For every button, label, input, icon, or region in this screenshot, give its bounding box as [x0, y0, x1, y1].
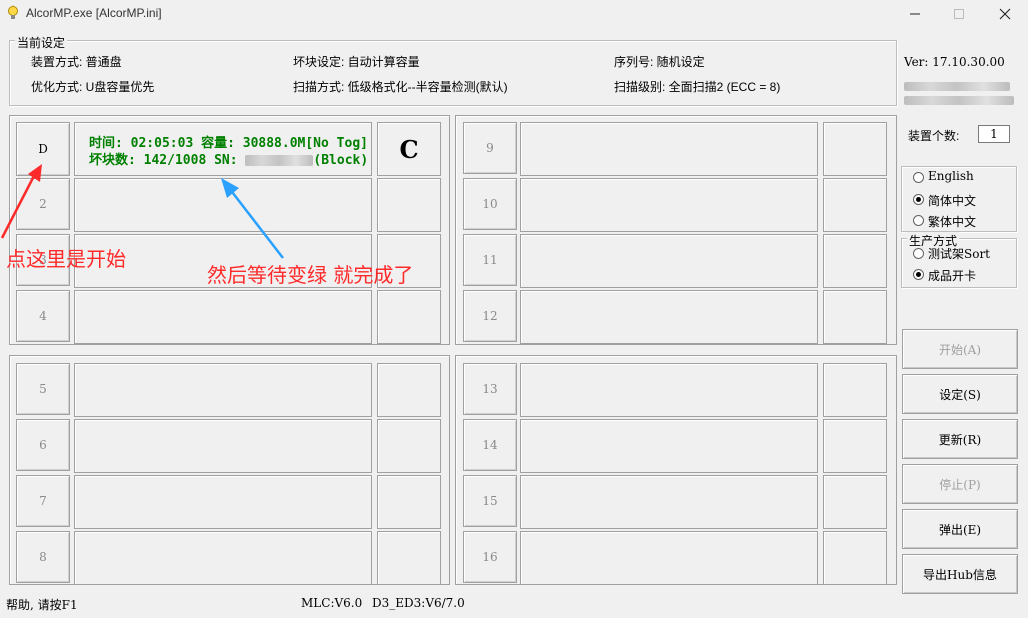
port-8-info	[74, 531, 372, 585]
window-title: AlcorMP.exe [AlcorMP.ini]	[26, 6, 162, 20]
optimize-mode-text: 优化方式: U盘容量优先	[31, 80, 155, 94]
refresh-button[interactable]: 更新(R)	[902, 419, 1018, 459]
radio-traditional-chinese-label: 繁体中文	[928, 215, 977, 229]
maximize-button[interactable]	[936, 0, 982, 28]
status-ed3-text: D3_ED3:V6/7.0	[372, 596, 465, 610]
port-14-button[interactable]: 14	[463, 419, 517, 471]
port-9-info	[520, 122, 818, 176]
port-5-state	[377, 363, 441, 417]
port-12-state	[823, 290, 887, 344]
radio-simplified-chinese[interactable]	[913, 194, 924, 205]
port-13-state	[823, 363, 887, 417]
radio-simplified-chinese-label: 简体中文	[928, 194, 977, 208]
eject-button[interactable]: 弹出(E)	[902, 509, 1018, 549]
port-9-state	[823, 122, 887, 176]
settings-button[interactable]: 设定(S)	[902, 374, 1018, 414]
port-9-button[interactable]: 9	[463, 122, 517, 174]
maximize-icon	[954, 9, 964, 19]
port-8-state	[377, 531, 441, 585]
title-bar: AlcorMP.exe [AlcorMP.ini]	[0, 0, 1028, 28]
annotation-wait-green-text: 然后等待变绿 就完成了	[207, 263, 414, 287]
port-15-info	[520, 475, 818, 529]
blurred-info	[904, 82, 1010, 91]
start-button[interactable]: 开始(A)	[902, 329, 1018, 369]
port-6-state	[377, 419, 441, 473]
port-7-info	[74, 475, 372, 529]
version-text: Ver: 17.10.30.00	[904, 55, 1005, 69]
port-10-info	[520, 178, 818, 232]
lightbulb-icon	[8, 5, 18, 19]
port-2-state	[377, 178, 441, 232]
minimize-icon	[910, 13, 920, 15]
serial-number-redacted	[245, 155, 314, 166]
port-14-info	[520, 419, 818, 473]
port-13-info	[520, 363, 818, 417]
port-1-info: 时间: 02:05:03 容量: 30888.0M[No Tog] 坏块数: 1…	[74, 122, 372, 176]
port-11-state	[823, 234, 887, 288]
stop-button[interactable]: 停止(P)	[902, 464, 1018, 504]
radio-english[interactable]	[913, 172, 924, 183]
port-4-info	[74, 290, 372, 344]
current-settings-group	[9, 40, 897, 106]
device-count-field[interactable]: 1	[978, 125, 1010, 143]
port-5-info	[74, 363, 372, 417]
port-5-button[interactable]: 5	[16, 363, 70, 415]
port-4-button[interactable]: 4	[16, 290, 70, 342]
port-13-button[interactable]: 13	[463, 363, 517, 415]
port-7-button[interactable]: 7	[16, 475, 70, 527]
bad-block-text: 坏块设定: 自动计算容量	[293, 55, 420, 69]
device-count-label: 装置个数:	[908, 129, 960, 143]
port-1-block-text: (Block)	[313, 153, 369, 168]
port-7-state	[377, 475, 441, 529]
radio-english-label: English	[928, 169, 974, 183]
close-icon	[999, 8, 1011, 20]
radio-test-rack-label: 测试架Sort	[928, 247, 991, 261]
minimize-button[interactable]	[892, 0, 938, 28]
port-16-info	[520, 531, 818, 585]
port-1-state-letter: C	[399, 134, 419, 164]
port-15-state	[823, 475, 887, 529]
blurred-info	[904, 96, 1014, 105]
port-16-state	[823, 531, 887, 585]
port-12-info	[520, 290, 818, 344]
annotation-click-here-text: 点这里是开始	[6, 247, 126, 271]
port-10-button[interactable]: 10	[463, 178, 517, 230]
status-help-text: 帮助, 请按F1	[6, 598, 78, 612]
port-6-button[interactable]: 6	[16, 419, 70, 471]
port-10-state	[823, 178, 887, 232]
port-12-button[interactable]: 12	[463, 290, 517, 342]
scan-mode-text: 扫描方式: 低级格式化--半容量检测(默认)	[293, 80, 508, 94]
annotation-arrow-blue	[221, 178, 284, 259]
port-11-button[interactable]: 11	[463, 234, 517, 286]
port-8-button[interactable]: 8	[16, 531, 70, 583]
port-16-button[interactable]: 16	[463, 531, 517, 583]
device-mode-text: 装置方式: 普通盘	[31, 55, 122, 69]
port-6-info	[74, 419, 372, 473]
radio-traditional-chinese[interactable]	[913, 215, 924, 226]
status-mlc-text: MLC:V6.0	[301, 596, 363, 610]
radio-finished-product-label: 成品开卡	[928, 269, 977, 283]
scan-level-text: 扫描级别: 全面扫描2 (ECC = 8)	[614, 80, 781, 94]
radio-test-rack[interactable]	[913, 248, 924, 259]
port-15-button[interactable]: 15	[463, 475, 517, 527]
port-4-state	[377, 290, 441, 344]
current-settings-label: 当前设定	[15, 34, 68, 51]
radio-finished-product[interactable]	[913, 269, 924, 280]
port-1-info-line2: 坏块数: 142/1008 SN: (Block)	[89, 149, 368, 168]
port-11-info	[520, 234, 818, 288]
port-1-bad-block-text: 坏块数: 142/1008 SN:	[89, 153, 246, 168]
serial-text: 序列号: 随机设定	[614, 55, 705, 69]
port-1-state: C	[377, 122, 441, 176]
close-button[interactable]	[982, 0, 1028, 28]
port-14-state	[823, 419, 887, 473]
export-hub-button[interactable]: 导出Hub信息	[902, 554, 1018, 594]
